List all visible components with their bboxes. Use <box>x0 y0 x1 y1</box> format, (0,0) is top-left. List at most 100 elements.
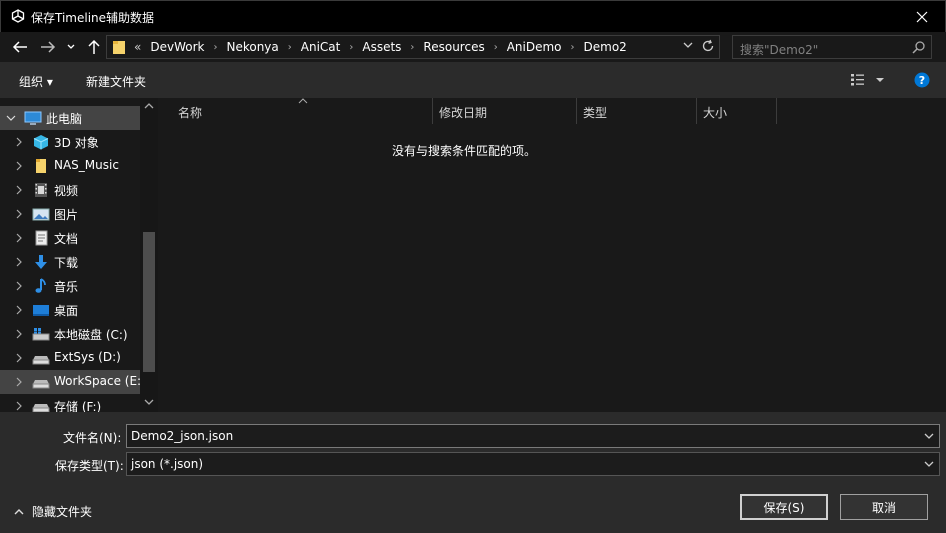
chevron-right-icon[interactable] <box>14 161 24 171</box>
chevron-down-icon[interactable] <box>924 460 934 468</box>
scroll-down-icon[interactable] <box>144 398 154 406</box>
drive-icon <box>32 380 50 389</box>
column-header-date[interactable]: 修改日期 <box>421 98 565 124</box>
svg-text:?: ? <box>919 74 925 87</box>
videos-icon <box>35 183 47 197</box>
help-icon: ? <box>914 72 930 88</box>
nav-item-pictures[interactable]: 图片 <box>0 202 140 226</box>
chevron-down-icon <box>67 44 75 49</box>
3d-objects-icon <box>33 135 49 150</box>
recent-locations-button[interactable] <box>64 37 78 57</box>
arrow-right-icon <box>41 41 56 53</box>
chevron-right-icon[interactable]: › <box>491 42 501 53</box>
cancel-button[interactable]: 取消 <box>840 494 928 520</box>
nav-label: 此电脑 <box>46 112 83 126</box>
chevron-right-icon[interactable] <box>14 377 24 387</box>
drive-icon <box>32 404 50 412</box>
nav-scrollbar[interactable] <box>140 98 158 412</box>
breadcrumb-item[interactable]: DevWork <box>144 40 210 54</box>
view-options-button[interactable] <box>850 73 890 90</box>
filename-label: 文件名(N): <box>63 431 122 445</box>
breadcrumb-item[interactable]: Assets <box>356 40 407 54</box>
chevron-right-icon[interactable]: › <box>346 42 356 53</box>
breadcrumb-item[interactable]: Demo2 <box>578 40 633 54</box>
breadcrumb-item[interactable]: AniDemo <box>501 40 568 54</box>
arrow-left-icon <box>12 41 27 53</box>
column-divider[interactable] <box>776 98 777 124</box>
hide-folders-label: 隐藏文件夹 <box>32 505 93 519</box>
search-icon <box>912 41 925 54</box>
nav-item-music[interactable]: 音乐 <box>0 274 140 298</box>
forward-button[interactable] <box>38 37 58 57</box>
nav-item-drive-d[interactable]: ExtSys (D:) <box>0 346 140 370</box>
filename-field[interactable]: Demo2_json.json <box>126 424 940 448</box>
breadcrumb-item[interactable]: Resources <box>417 40 490 54</box>
chevron-right-icon[interactable] <box>14 137 24 147</box>
refresh-icon[interactable] <box>701 39 715 53</box>
new-folder-button[interactable]: 新建文件夹 <box>86 73 146 90</box>
arrow-up-icon <box>88 39 100 54</box>
scrollbar-thumb[interactable] <box>143 232 155 372</box>
music-icon <box>35 278 46 293</box>
chevron-right-icon[interactable] <box>14 257 24 267</box>
folder-icon <box>36 159 46 173</box>
nav-item-documents[interactable]: 文档 <box>0 226 140 250</box>
downloads-icon <box>35 255 47 269</box>
breadcrumb-item[interactable]: Nekonya <box>220 40 284 54</box>
nav-item-drive-c[interactable]: 本地磁盘 (C:) <box>0 322 140 346</box>
search-input[interactable]: 搜索"Demo2" <box>732 35 932 59</box>
column-header-name[interactable]: 名称 <box>160 98 432 124</box>
window-title: 保存Timeline辅助数据 <box>31 11 155 25</box>
chevron-right-icon[interactable] <box>14 209 24 219</box>
breadcrumb-item[interactable]: AniCat <box>295 40 347 54</box>
chevron-down-icon[interactable] <box>924 432 934 440</box>
chevron-right-icon[interactable] <box>14 353 24 363</box>
close-icon <box>916 11 928 22</box>
filetype-select[interactable]: json (*.json) <box>126 452 940 476</box>
chevron-right-icon[interactable] <box>14 401 24 411</box>
breadcrumb-overflow[interactable]: « <box>131 40 144 54</box>
nav-item-videos[interactable]: 视频 <box>0 178 140 202</box>
close-button[interactable] <box>899 1 945 32</box>
help-button[interactable]: ? <box>914 72 930 91</box>
chevron-right-icon[interactable]: › <box>568 42 578 53</box>
scroll-up-icon[interactable] <box>144 102 154 110</box>
back-button[interactable] <box>10 37 30 57</box>
chevron-right-icon[interactable] <box>14 329 24 339</box>
nav-item-desktop[interactable]: 桌面 <box>0 298 140 322</box>
chevron-right-icon[interactable] <box>14 281 24 291</box>
hide-folders-toggle[interactable]: 隐藏文件夹 <box>14 503 92 520</box>
chevron-right-icon[interactable]: › <box>407 42 417 53</box>
nav-item-nas-music[interactable]: NAS_Music <box>0 154 140 178</box>
nav-label: 存储 (F:) <box>54 400 102 412</box>
filename-value[interactable]: Demo2_json.json <box>131 429 233 443</box>
nav-label: 3D 对象 <box>54 136 99 150</box>
chevron-down-icon[interactable] <box>6 113 16 123</box>
save-button[interactable]: 保存(S) <box>740 494 828 520</box>
nav-item-3d-objects[interactable]: 3D 对象 <box>0 130 140 154</box>
nav-label: 音乐 <box>54 280 79 294</box>
up-button[interactable] <box>84 37 104 57</box>
chevron-down-icon[interactable] <box>683 41 693 49</box>
organize-menu[interactable]: 组织 ▾ <box>19 73 53 90</box>
drive-icon <box>32 356 50 365</box>
pictures-icon <box>32 208 50 221</box>
system-drive-icon <box>32 328 50 341</box>
chevron-right-icon[interactable] <box>14 185 24 195</box>
column-header-size[interactable]: 大小 <box>685 98 765 124</box>
chevron-right-icon[interactable]: › <box>285 42 295 53</box>
nav-label: 文档 <box>54 232 79 246</box>
nav-item-downloads[interactable]: 下载 <box>0 250 140 274</box>
chevron-right-icon[interactable]: › <box>210 42 220 53</box>
column-header-type[interactable]: 类型 <box>565 98 685 124</box>
address-bar[interactable]: « DevWork › Nekonya › AniCat › Assets › … <box>106 35 720 59</box>
nav-label: ExtSys (D:) <box>54 350 121 364</box>
chevron-right-icon[interactable] <box>14 305 24 315</box>
nav-label: NAS_Music <box>54 158 119 172</box>
nav-item-this-pc[interactable]: 此电脑 <box>0 106 140 130</box>
nav-item-drive-e[interactable]: WorkSpace (E: <box>0 370 141 394</box>
breadcrumb: « DevWork › Nekonya › AniCat › Assets › … <box>131 36 633 58</box>
nav-item-drive-f[interactable]: 存储 (F:) <box>0 394 140 412</box>
chevron-right-icon[interactable] <box>14 233 24 243</box>
nav-label: 图片 <box>54 208 79 222</box>
